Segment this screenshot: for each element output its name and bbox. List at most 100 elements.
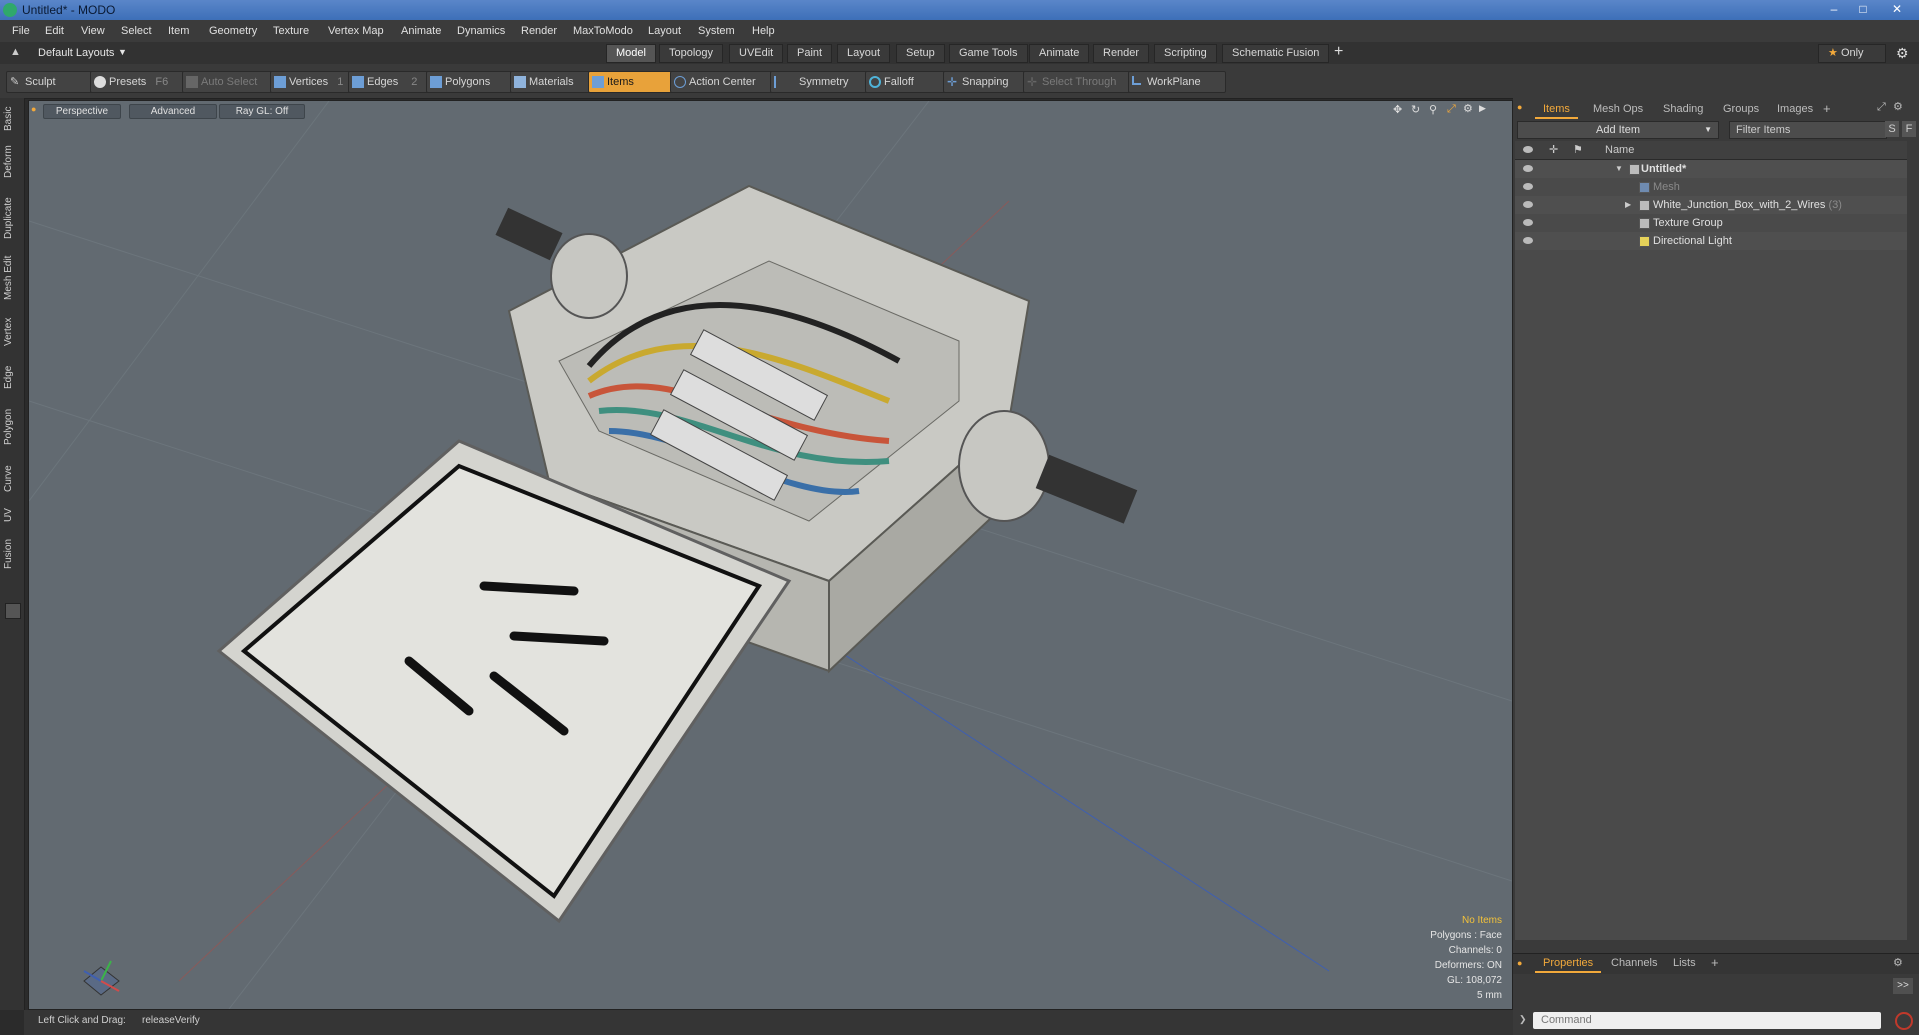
- side-tab-mesh-edit[interactable]: Mesh Edit: [3, 252, 21, 304]
- tab-topology[interactable]: Topology: [659, 44, 724, 63]
- visibility-icon[interactable]: [1523, 237, 1533, 244]
- chevron-down-icon[interactable]: ▼: [118, 47, 127, 57]
- 3d-viewport[interactable]: ● Perspective Advanced Ray GL: Off ✥ ↻ ⚲…: [28, 100, 1513, 1010]
- tab-schematic-fusion[interactable]: Schematic Fusion: [1222, 44, 1330, 63]
- menu-maxtomodo[interactable]: MaxToModo: [573, 25, 633, 37]
- menu-dynamics[interactable]: Dynamics: [457, 25, 505, 37]
- layout-selector[interactable]: Default Layouts: [38, 47, 114, 59]
- presets-button[interactable]: Presets F6: [90, 71, 196, 93]
- list-item[interactable]: ▼ Untitled*: [1515, 160, 1907, 178]
- menu-view[interactable]: View: [81, 25, 105, 37]
- expand-button[interactable]: >>: [1893, 978, 1913, 994]
- add-item-button[interactable]: Add Item ▼: [1517, 121, 1719, 139]
- lock-header-icon[interactable]: ✛: [1549, 143, 1558, 156]
- layout-menu-icon[interactable]: ▲: [10, 46, 21, 58]
- maximize-icon[interactable]: □: [1849, 0, 1877, 18]
- zoom-icon[interactable]: ⚲: [1429, 103, 1437, 116]
- workplane-button[interactable]: WorkPlane: [1128, 71, 1226, 93]
- side-tab-duplicate[interactable]: Duplicate: [3, 192, 21, 244]
- column-name[interactable]: Name: [1605, 144, 1634, 156]
- auto-select-button[interactable]: Auto Select: [182, 71, 284, 93]
- expand-icon[interactable]: ▶: [1625, 196, 1631, 214]
- menu-layout[interactable]: Layout: [648, 25, 681, 37]
- expand-icon[interactable]: ▼: [1615, 160, 1623, 178]
- only-toggle[interactable]: ★ Only: [1818, 44, 1886, 63]
- tab-model[interactable]: Model: [606, 44, 656, 63]
- add-panel-tab-icon[interactable]: +: [1823, 101, 1831, 116]
- view-type-button[interactable]: Perspective: [43, 104, 121, 119]
- filter-items-input[interactable]: Filter Items: [1729, 121, 1887, 139]
- tab-layout[interactable]: Layout: [837, 44, 891, 63]
- tab-properties[interactable]: Properties: [1535, 955, 1602, 973]
- side-tab-curve[interactable]: Curve: [3, 460, 21, 498]
- visibility-header-icon[interactable]: [1523, 146, 1533, 153]
- visibility-icon[interactable]: [1523, 165, 1533, 172]
- side-tab-fusion[interactable]: Fusion: [3, 534, 21, 574]
- menu-select[interactable]: Select: [121, 25, 152, 37]
- viewport-menu-icon[interactable]: ●: [31, 104, 36, 114]
- menu-vertex-map[interactable]: Vertex Map: [328, 25, 384, 37]
- tab-lists[interactable]: Lists: [1665, 955, 1704, 971]
- menu-geometry[interactable]: Geometry: [209, 25, 257, 37]
- tab-groups[interactable]: Groups: [1715, 101, 1767, 117]
- pan-icon[interactable]: ✥: [1393, 103, 1402, 116]
- tab-scripting[interactable]: Scripting: [1154, 44, 1217, 63]
- menu-item[interactable]: Item: [168, 25, 189, 37]
- tab-paint[interactable]: Paint: [787, 44, 833, 63]
- symmetry-button[interactable]: Symmetry: [770, 71, 878, 93]
- menu-file[interactable]: File: [12, 25, 30, 37]
- rotate-icon[interactable]: ↻: [1411, 103, 1420, 116]
- action-center-button[interactable]: Action Center: [670, 71, 786, 93]
- items-button[interactable]: Items: [588, 71, 676, 93]
- tab-mesh-ops[interactable]: Mesh Ops: [1585, 101, 1651, 117]
- tab-shading[interactable]: Shading: [1655, 101, 1711, 117]
- add-properties-tab-icon[interactable]: +: [1711, 955, 1719, 970]
- panel-menu-icon[interactable]: ●: [1517, 102, 1522, 112]
- side-tab-polygon[interactable]: Polygon: [3, 402, 21, 452]
- side-tab-edge[interactable]: Edge: [3, 360, 21, 394]
- fit-icon[interactable]: ⤢: [1447, 103, 1456, 116]
- tab-game-tools[interactable]: Game Tools: [949, 44, 1028, 63]
- tab-setup[interactable]: Setup: [896, 44, 945, 63]
- tab-channels[interactable]: Channels: [1603, 955, 1665, 971]
- menu-render[interactable]: Render: [521, 25, 557, 37]
- shading-mode-button[interactable]: Advanced: [129, 104, 217, 119]
- menu-edit[interactable]: Edit: [45, 25, 64, 37]
- menu-texture[interactable]: Texture: [273, 25, 309, 37]
- list-item[interactable]: ▶ White_Junction_Box_with_2_Wires (3): [1515, 196, 1907, 214]
- filter-f-button[interactable]: F: [1902, 121, 1916, 137]
- list-item[interactable]: Mesh: [1515, 178, 1907, 196]
- visibility-icon[interactable]: [1523, 201, 1533, 208]
- select-through-button[interactable]: ✛ Select Through: [1023, 71, 1143, 93]
- minimize-icon[interactable]: –: [1820, 0, 1848, 18]
- command-input[interactable]: Command: [1533, 1012, 1881, 1029]
- menu-animate[interactable]: Animate: [401, 25, 441, 37]
- list-item[interactable]: Directional Light: [1515, 232, 1907, 250]
- edges-button[interactable]: Edges 2: [348, 71, 438, 93]
- panel-popout-icon[interactable]: ⤢: [1877, 101, 1886, 114]
- vertices-button[interactable]: Vertices 1: [270, 71, 358, 93]
- side-tab-uv[interactable]: UV: [3, 504, 21, 526]
- side-tab-vertex[interactable]: Vertex: [3, 312, 21, 352]
- raygl-button[interactable]: Ray GL: Off: [219, 104, 305, 119]
- filter-s-button[interactable]: S: [1885, 121, 1899, 137]
- visibility-icon[interactable]: [1523, 219, 1533, 226]
- add-tab-icon[interactable]: +: [1334, 43, 1343, 61]
- menu-help[interactable]: Help: [752, 25, 775, 37]
- menu-system[interactable]: System: [698, 25, 735, 37]
- viewport-expand-icon[interactable]: ▶: [1479, 103, 1486, 114]
- tab-images[interactable]: Images: [1769, 101, 1821, 117]
- tab-animate[interactable]: Animate: [1029, 44, 1090, 63]
- list-item[interactable]: Texture Group: [1515, 214, 1907, 232]
- properties-menu-icon[interactable]: ●: [1517, 958, 1522, 968]
- falloff-button[interactable]: Falloff: [865, 71, 953, 93]
- record-icon[interactable]: [1895, 1012, 1913, 1030]
- pin-header-icon[interactable]: ⚑: [1573, 143, 1583, 156]
- side-tab-basic[interactable]: Basic: [3, 104, 21, 134]
- tab-uvedit[interactable]: UVEdit: [729, 44, 784, 63]
- close-icon[interactable]: ✕: [1878, 0, 1916, 18]
- sculpt-button[interactable]: ✎ Sculpt: [6, 71, 92, 93]
- properties-gear-icon[interactable]: ⚙: [1893, 956, 1903, 969]
- gear-icon[interactable]: ⚙: [1896, 45, 1909, 62]
- panel-gear-icon[interactable]: ⚙: [1893, 100, 1903, 113]
